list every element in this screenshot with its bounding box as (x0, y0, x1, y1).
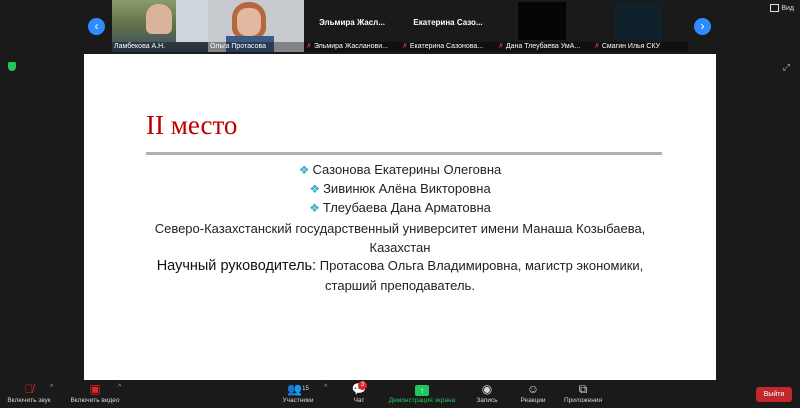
video-tile-lambekova[interactable]: Ламбекова А.Н. (112, 0, 208, 52)
video-placeholder (614, 2, 662, 40)
diamond-bullet-icon: ❖ (298, 163, 310, 177)
chevron-left-icon[interactable]: ‹ (88, 18, 105, 35)
slide-divider (146, 152, 662, 155)
view-label: Вид (781, 4, 794, 12)
chat-badge: 3 (358, 381, 367, 390)
participant-face (146, 4, 172, 34)
video-tile-dana[interactable]: ✗ Дана Тлеубаева УмА... (496, 0, 592, 52)
winner-name: ❖ Зивинюк Алёна Викторовна (309, 181, 491, 196)
advisor-label: Научный руководитель: (156, 258, 317, 274)
apps-icon: ⧉ (578, 382, 588, 396)
winner-name: ❖ Тлеубаева Дана Арматовна (309, 200, 491, 215)
diamond-bullet-icon: ❖ (309, 182, 321, 196)
fullscreen-icon[interactable]: ⤢ (783, 62, 790, 73)
record-button[interactable]: ◉ Запись (472, 382, 502, 404)
shared-screen-slide: II место ❖ Сазонова Екатерины Олеговна ❖ З… (84, 54, 716, 380)
chevron-up-icon[interactable]: ^ (118, 384, 121, 391)
mic-off-icon: 🎙̸ (24, 382, 34, 396)
reactions-button[interactable]: ☺ Реакции (516, 382, 550, 404)
chat-button[interactable]: 💬 3 Чат (346, 381, 372, 404)
view-button[interactable]: Вид (770, 4, 794, 12)
tile-label: Смагин Илья СКУ (601, 43, 661, 50)
advisor-line: Научный руководитель: Протасова Ольга Вл… (156, 258, 644, 274)
unmute-button[interactable]: 🎙̸ Включить звук (4, 382, 54, 404)
tile-label: Ламбекова А.Н. (112, 42, 208, 52)
tile-label: Екатерина Сазонова... (409, 43, 484, 50)
tile-name: Эльмира Жасл... (319, 18, 385, 27)
university-name: Северо-Казахстанский государственный уни… (154, 221, 646, 236)
share-screen-icon: ↑ (415, 385, 429, 396)
mic-off-icon: ✗ (306, 43, 312, 50)
tile-label: Ольга Протасова (208, 42, 304, 52)
chevron-up-icon[interactable]: ^ (324, 384, 327, 391)
grid-icon (770, 4, 780, 12)
slide-title: II место (146, 110, 238, 140)
video-tile-elmira[interactable]: Эльмира Жасл... ✗ Эльмира Жасланови... (304, 0, 400, 52)
video-off-icon: ▣ (89, 382, 101, 396)
apps-button[interactable]: ⧉ Приложения (560, 382, 606, 404)
tile-label: Эльмира Жасланови... (313, 43, 388, 50)
chevron-right-icon[interactable]: › (694, 18, 711, 35)
advisor-position: старший преподаватель. (325, 278, 475, 293)
tile-name: Екатерина Сазо... (413, 18, 483, 27)
participant-gallery: ‹ Ламбекова А.Н. Ольга Протасова Эльмира… (0, 0, 800, 54)
mic-off-icon: ✗ (402, 43, 408, 50)
country-name: Казахстан (369, 240, 431, 255)
meeting-toolbar: 🎙̸ Включить звук ^ ▣ Включить видео ^ 👥1… (0, 380, 800, 408)
participants-icon: 👥15 (287, 382, 309, 396)
video-placeholder (518, 2, 566, 40)
record-icon: ◉ (481, 382, 493, 396)
mic-off-icon: ✗ (594, 43, 600, 50)
mic-off-icon: ✗ (498, 43, 504, 50)
chevron-up-icon[interactable]: ^ (50, 384, 53, 391)
participants-button[interactable]: 👥15 Участники (276, 382, 320, 404)
leave-meeting-button[interactable]: Выйти (756, 387, 792, 402)
shield-icon[interactable] (8, 62, 16, 71)
share-screen-button[interactable]: ↑ Демонстрация экрана (384, 382, 460, 404)
smiley-icon: ☺ (526, 382, 540, 396)
participant-face (237, 8, 261, 36)
video-tile-protasova[interactable]: Ольга Протасова (208, 0, 304, 52)
video-tile-ekaterina[interactable]: Екатерина Сазо... ✗ Екатерина Сазонова... (400, 0, 496, 52)
diamond-bullet-icon: ❖ (309, 201, 320, 215)
video-tile-smagin[interactable]: ✗ Смагин Илья СКУ (592, 0, 688, 52)
tile-label: Дана Тлеубаева УмА... (505, 43, 581, 50)
window-background (176, 0, 208, 42)
winner-name: ❖ Сазонова Екатерины Олеговна (298, 162, 502, 177)
start-video-button[interactable]: ▣ Включить видео (66, 382, 124, 404)
